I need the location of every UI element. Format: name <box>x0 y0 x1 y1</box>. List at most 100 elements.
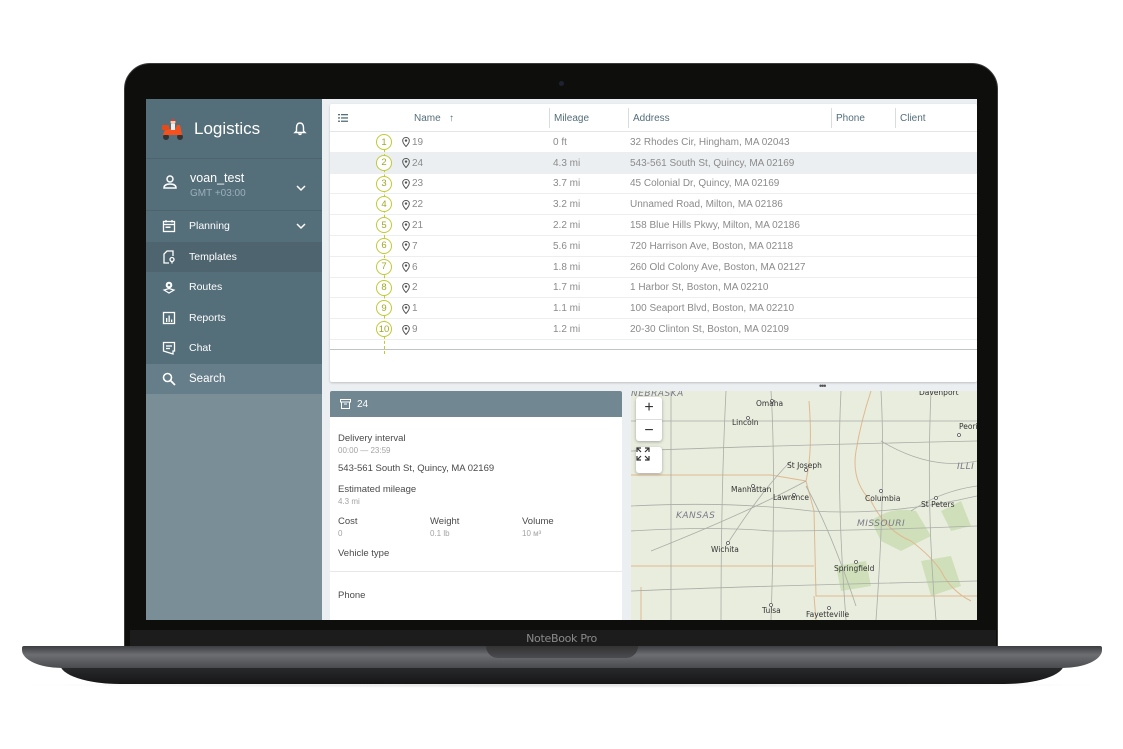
sequence-badge: 1 <box>376 134 392 150</box>
mileage-cell: 0 ft <box>553 136 567 148</box>
sidebar-item-chat[interactable]: Chat <box>146 333 322 364</box>
table-row[interactable]: 9 1 1.1 mi 100 Seaport Blvd, Boston, MA 022… <box>330 298 977 320</box>
calendar-icon <box>162 219 176 233</box>
map-city-label: Davenport <box>919 391 959 397</box>
location-pin-icon <box>402 220 410 231</box>
resize-handle[interactable]: ••• <box>819 381 827 391</box>
sidebar-item-label: Reports <box>189 311 226 324</box>
table-row[interactable]: 8 2 1.7 mi 1 Harbor St, Boston, MA 02210 <box>330 278 977 299</box>
map-city-label: Wichita <box>711 545 739 554</box>
sidebar-item-label: Templates <box>189 250 237 263</box>
map-city-label: Omaha <box>756 399 784 408</box>
table-row[interactable]: 7 6 1.8 mi 260 Old Colony Ave, Boston, MA 0… <box>330 257 977 278</box>
template-icon <box>162 250 176 264</box>
location-pin-icon <box>402 241 410 252</box>
sidebar-item-label: Planning <box>189 220 230 233</box>
map-state-label: MISSOURI <box>857 519 906 529</box>
table-row[interactable]: 4 22 3.2 mi Unnamed Road, Milton, MA 02186 <box>330 194 977 216</box>
stop-name-cell: 2 <box>402 278 418 299</box>
sidebar-item-planning[interactable]: Planning <box>146 211 322 242</box>
notification-bell-icon[interactable] <box>292 121 308 137</box>
address-cell: 100 Seaport Blvd, Boston, MA 02210 <box>630 303 794 315</box>
mileage-cell: 1.7 mi <box>553 282 581 294</box>
sidebar-item-label: Chat <box>189 342 212 355</box>
map-state-label: KANSAS <box>676 511 716 521</box>
mileage-cell: 4.3 mi <box>553 157 581 169</box>
table-row[interactable]: 1 19 0 ft 32 Rhodes Cir, Hingham, MA 02043 <box>330 132 977 153</box>
map-city-label: Columbia <box>865 494 901 503</box>
stop-name-cell: 9 <box>402 319 418 340</box>
mileage-cell: 3.7 mi <box>553 178 581 190</box>
delivery-interval-value: 00:00 — 23:59 <box>338 446 391 455</box>
sequence-badge: 6 <box>376 237 392 254</box>
column-header-name[interactable]: Name ↑ <box>410 104 454 132</box>
mileage-cell: 2.2 mi <box>553 220 581 232</box>
location-pin-icon <box>402 324 410 335</box>
brand-label: NoteBook Pro <box>526 632 597 645</box>
stop-name-cell: 7 <box>402 236 418 257</box>
sequence-badge: 5 <box>376 217 392 234</box>
detail-header: 24 <box>330 391 622 417</box>
stops-table: Name ↑ Mileage Address Phone Client 1 19 0… <box>330 104 977 382</box>
search-icon <box>162 372 176 386</box>
sequence-badge: 10 <box>376 321 392 338</box>
table-row[interactable]: 5 21 2.2 mi 158 Blue Hills Pkwy, Milton, MA… <box>330 215 977 236</box>
column-header-phone[interactable]: Phone <box>831 108 865 128</box>
mileage-cell: 5.6 mi <box>553 240 581 252</box>
app-title: Logistics <box>194 118 261 138</box>
chevron-down-icon[interactable] <box>296 221 306 231</box>
map[interactable]: NEBRASKA KANSAS MISSOURI ILLI Omaha Linc… <box>631 391 977 620</box>
sidebar-item-label: Search <box>189 372 226 385</box>
address-cell: Unnamed Road, Milton, MA 02186 <box>630 199 783 211</box>
sidebar-item-templates[interactable]: Templates <box>146 241 322 272</box>
map-city-label: Tulsa <box>762 606 781 615</box>
chevron-down-icon[interactable] <box>296 180 306 191</box>
weight-label: Weight <box>430 516 460 527</box>
fullscreen-button[interactable] <box>636 447 662 473</box>
location-pin-icon <box>402 178 410 189</box>
mileage-cell: 1.1 mi <box>553 303 581 315</box>
map-city-label: St Joseph <box>787 461 822 470</box>
cost-value: 0 <box>338 529 343 538</box>
column-header-mileage[interactable]: Mileage <box>549 108 589 128</box>
sidebar-item-search[interactable]: Search <box>146 363 322 394</box>
sequence-badge: 3 <box>376 175 392 192</box>
volume-value: 10 м³ <box>522 529 542 538</box>
sort-asc-icon[interactable]: ↑ <box>449 113 454 124</box>
sidebar-item-reports[interactable]: Reports <box>146 303 322 334</box>
map-city-label: Lawrence <box>773 493 809 502</box>
map-state-label: ILLI <box>957 462 975 472</box>
user-menu[interactable]: voan_test GMT +03:00 <box>146 159 322 211</box>
address-cell: 543-561 South St, Quincy, MA 02169 <box>630 157 795 169</box>
address-cell: 720 Harrison Ave, Boston, MA 02118 <box>630 240 794 252</box>
bar-chart-icon <box>162 311 176 325</box>
sequence-badge: 8 <box>376 279 392 296</box>
stop-name-cell: 23 <box>402 174 423 195</box>
address-cell: 32 Rhodes Cir, Hingham, MA 02043 <box>630 136 790 148</box>
mileage-cell: 1.8 mi <box>553 261 581 273</box>
chat-icon <box>162 341 176 356</box>
estimated-mileage-value: 4.3 mi <box>338 497 360 506</box>
location-pin-icon <box>402 137 410 148</box>
stop-name-cell: 1 <box>402 298 418 319</box>
zoom-in-button[interactable]: + <box>636 397 662 419</box>
vehicle-type-label: Vehicle type <box>338 548 390 559</box>
table-row[interactable]: 2 24 4.3 mi 543-561 South St, Quincy, MA 02… <box>330 152 977 174</box>
map-city-label: Lincoln <box>732 418 759 427</box>
table-row[interactable]: 6 7 5.6 mi 720 Harrison Ave, Boston, MA 021… <box>330 236 977 257</box>
address-cell: 20-30 Clinton St, Boston, MA 02109 <box>630 324 789 336</box>
laptop-notch <box>486 646 638 658</box>
zoom-out-button[interactable]: − <box>636 419 662 441</box>
table-row[interactable]: 10 9 1.2 mi 20-30 Clinton St, Boston, MA 02… <box>330 319 977 340</box>
address-cell: 158 Blue Hills Pkwy, Milton, MA 02186 <box>630 220 800 232</box>
address-cell: 260 Old Colony Ave, Boston, MA 02127 <box>630 261 806 273</box>
sidebar-item-routes[interactable]: Routes <box>146 272 322 303</box>
delivery-interval-label: Delivery interval <box>338 433 406 444</box>
volume-label: Volume <box>522 516 554 527</box>
column-header-client[interactable]: Client <box>895 108 926 128</box>
table-row[interactable]: 3 23 3.7 mi 45 Colonial Dr, Quincy, MA 0216… <box>330 174 977 195</box>
stop-name-cell: 24 <box>402 153 423 174</box>
weight-value: 0.1 lb <box>430 529 450 538</box>
column-settings-icon[interactable] <box>334 104 348 132</box>
column-header-address[interactable]: Address <box>628 108 670 128</box>
